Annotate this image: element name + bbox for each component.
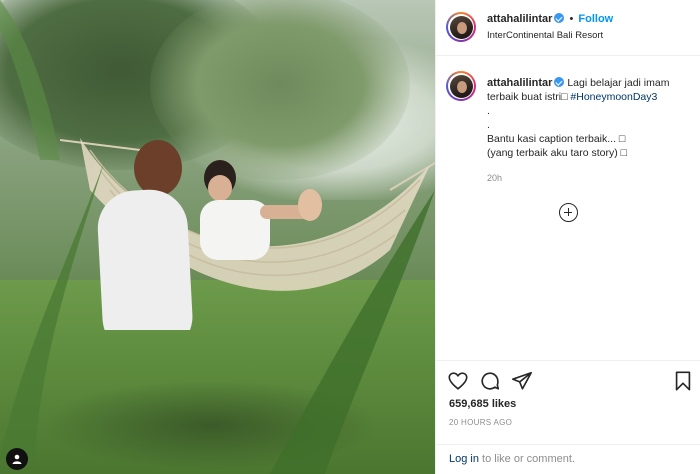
avatar[interactable] [446, 12, 476, 42]
post-photo[interactable] [0, 0, 435, 474]
separator-dot: • [569, 13, 574, 25]
post-sidebar: attahalilintar • Follow InterContinental… [435, 0, 700, 474]
caption-line: Lagi belajar jadi imam [567, 77, 670, 89]
heart-icon[interactable] [446, 369, 470, 393]
verified-badge-icon [554, 77, 565, 87]
caption-username-link[interactable]: attahalilintar [487, 77, 552, 89]
caption-text: attahalilintar Lagi belajar jadi imam te… [487, 76, 692, 160]
caption-line: . [487, 105, 490, 117]
user-silhouette-icon [12, 454, 22, 464]
leaf-blur [270, 190, 435, 474]
header-name-row: attahalilintar • Follow [487, 13, 613, 25]
caption-line: . [487, 119, 490, 131]
comment-icon[interactable] [478, 369, 502, 393]
post-timestamp[interactable]: 20 HOURS AGO [449, 418, 512, 427]
caption-line: terbaik buat istri [487, 91, 562, 103]
caption-line: Bantu kasi caption terbaik... [487, 133, 619, 145]
emoji-placeholder: □ [561, 91, 568, 103]
login-link[interactable]: Log in [449, 453, 479, 465]
login-prompt-text: to like or comment. [478, 453, 575, 465]
username-link[interactable]: attahalilintar [487, 13, 552, 25]
leaf-blur [0, 0, 60, 160]
emoji-placeholder: □ [618, 133, 626, 145]
caption-line: (yang terbaik aku taro story) [487, 147, 621, 159]
share-icon[interactable] [510, 369, 534, 393]
leaf-blur [0, 160, 105, 460]
caption-time-ago[interactable]: 20h [487, 173, 502, 183]
location-link[interactable]: InterContinental Bali Resort [487, 30, 603, 41]
verified-badge-icon [554, 13, 565, 23]
login-prompt: Log in to like or comment. [436, 444, 700, 474]
emoji-placeholder: □ [620, 147, 627, 159]
avatar[interactable] [446, 71, 476, 101]
add-comment-icon[interactable] [559, 203, 578, 222]
post-header: attahalilintar • Follow InterContinental… [436, 0, 700, 56]
bookmark-icon[interactable] [671, 369, 695, 393]
follow-button[interactable]: Follow [578, 13, 613, 25]
post-actions: 659,685 likes 20 HOURS AGO Log in to lik… [436, 360, 700, 474]
hashtag-link[interactable]: #HoneymoonDay3 [570, 91, 657, 103]
user-tag-icon[interactable] [6, 448, 28, 470]
likes-count[interactable]: 659,685 likes [449, 398, 516, 410]
